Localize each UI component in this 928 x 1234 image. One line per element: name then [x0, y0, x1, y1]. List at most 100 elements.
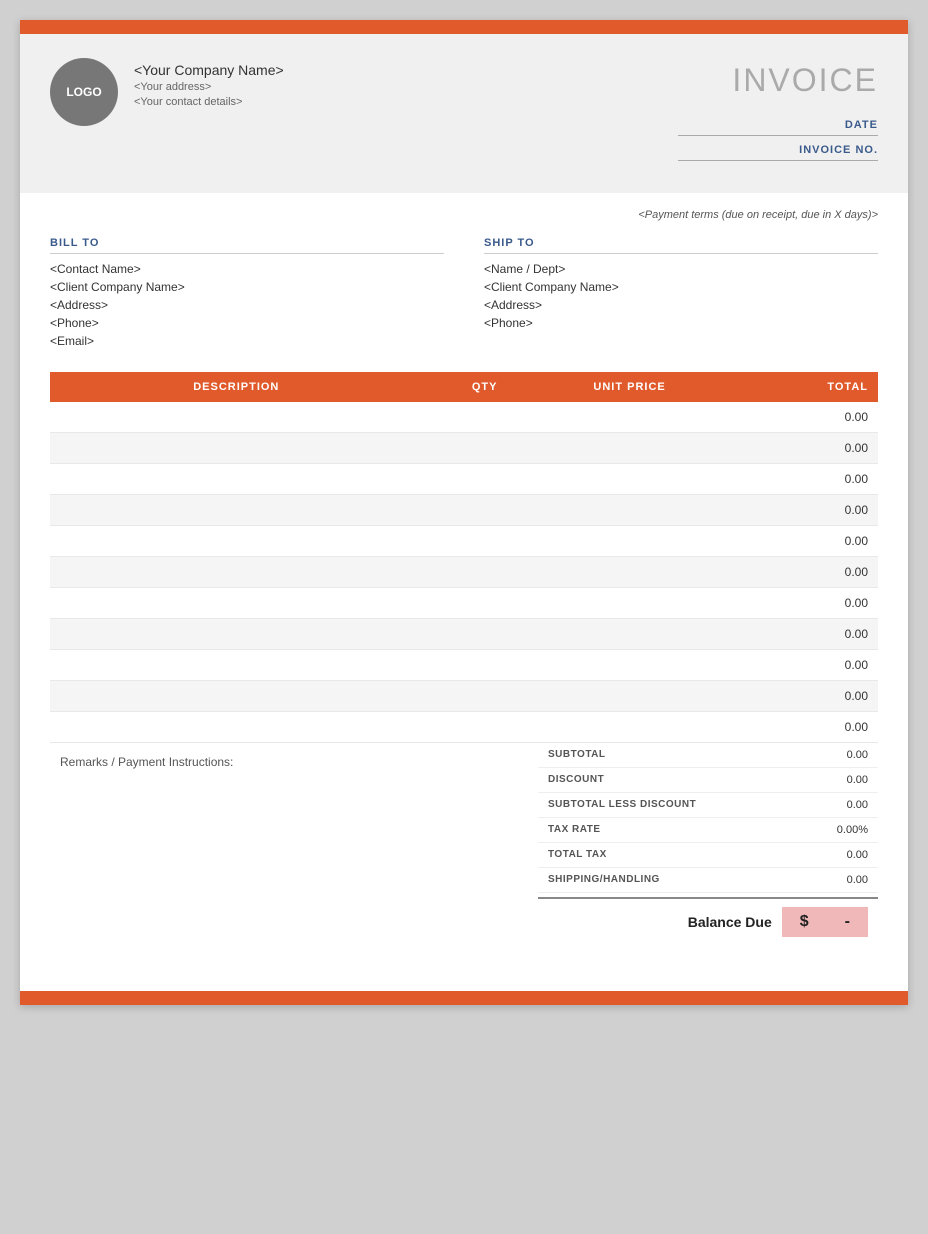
tax-rate-label: TAX RATE: [548, 824, 601, 836]
ship-to-label: SHIP TO: [484, 237, 878, 254]
subtotal-label: SUBTOTAL: [548, 749, 606, 761]
subtotal-less-discount-label: SUBTOTAL LESS DISCOUNT: [548, 799, 696, 811]
cell-qty: [423, 526, 547, 557]
address-section: BILL TO <Contact Name> <Client Company N…: [50, 237, 878, 352]
company-address: <Your address>: [134, 81, 284, 93]
shipping-handling-value: 0.00: [847, 874, 868, 886]
cell-qty: [423, 712, 547, 743]
cell-unitPrice: [547, 464, 713, 495]
cell-description: [50, 495, 423, 526]
cell-total: 0.00: [712, 433, 878, 464]
table-row: 0.00: [50, 495, 878, 526]
company-logo-area: LOGO <Your Company Name> <Your address> …: [50, 58, 284, 126]
invoice-title: INVOICE: [678, 62, 878, 99]
cell-total: 0.00: [712, 619, 878, 650]
cell-unitPrice: [547, 681, 713, 712]
ship-to-name-dept: <Name / Dept>: [484, 262, 878, 276]
invoice-page: LOGO <Your Company Name> <Your address> …: [20, 20, 908, 1005]
cell-description: [50, 650, 423, 681]
company-info: <Your Company Name> <Your address> <Your…: [134, 58, 284, 108]
totals-section: Remarks / Payment Instructions: SUBTOTAL…: [50, 743, 878, 945]
ship-to-block: SHIP TO <Name / Dept> <Client Company Na…: [484, 237, 878, 352]
cell-total: 0.00: [712, 650, 878, 681]
date-field: DATE: [678, 119, 878, 136]
bill-to-contact-name: <Contact Name>: [50, 262, 444, 276]
cell-qty: [423, 681, 547, 712]
cell-qty: [423, 619, 547, 650]
total-tax-label: TOTAL TAX: [548, 849, 607, 861]
total-tax-value: 0.00: [847, 849, 868, 861]
cell-qty: [423, 433, 547, 464]
cell-description: [50, 526, 423, 557]
balance-due-label: Balance Due: [688, 914, 772, 930]
body-section: <Payment terms (due on receipt, due in X…: [20, 193, 908, 961]
cell-description: [50, 619, 423, 650]
col-total: TOTAL: [712, 372, 878, 402]
invoice-table: DESCRIPTION QTY UNIT PRICE TOTAL 0.000.0…: [50, 372, 878, 743]
cell-qty: [423, 402, 547, 433]
col-description: DESCRIPTION: [50, 372, 423, 402]
table-row: 0.00: [50, 433, 878, 464]
table-row: 0.00: [50, 557, 878, 588]
cell-unitPrice: [547, 495, 713, 526]
table-row: 0.00: [50, 619, 878, 650]
bill-to-client-company: <Client Company Name>: [50, 280, 444, 294]
balance-due-row: Balance Due $ -: [538, 897, 878, 945]
cell-total: 0.00: [712, 464, 878, 495]
invoice-right-section: INVOICE DATE INVOICE NO.: [678, 58, 878, 169]
balance-due-currency: $: [782, 907, 827, 937]
table-row: 0.00: [50, 464, 878, 495]
table-row: 0.00: [50, 650, 878, 681]
cell-total: 0.00: [712, 681, 878, 712]
payment-terms: <Payment terms (due on receipt, due in X…: [50, 209, 878, 221]
invoice-no-line: [678, 160, 878, 161]
cell-total: 0.00: [712, 588, 878, 619]
invoice-no-label: INVOICE NO.: [678, 144, 878, 156]
logo-circle: LOGO: [50, 58, 118, 126]
cell-description: [50, 402, 423, 433]
top-accent-bar: [20, 20, 908, 34]
cell-unitPrice: [547, 588, 713, 619]
shipping-handling-label: SHIPPING/HANDLING: [548, 874, 660, 886]
company-name: <Your Company Name>: [134, 62, 284, 78]
table-row: 0.00: [50, 588, 878, 619]
subtotal-row: SUBTOTAL 0.00: [538, 743, 878, 768]
cell-unitPrice: [547, 619, 713, 650]
ship-to-phone: <Phone>: [484, 316, 878, 330]
cell-total: 0.00: [712, 495, 878, 526]
cell-description: [50, 681, 423, 712]
cell-description: [50, 464, 423, 495]
table-row: 0.00: [50, 712, 878, 743]
subtotal-less-discount-row: SUBTOTAL LESS DISCOUNT 0.00: [538, 793, 878, 818]
remarks-area: Remarks / Payment Instructions:: [50, 743, 538, 779]
date-label: DATE: [678, 119, 878, 131]
table-row: 0.00: [50, 681, 878, 712]
invoice-header: LOGO <Your Company Name> <Your address> …: [20, 34, 908, 193]
discount-row: DISCOUNT 0.00: [538, 768, 878, 793]
table-header-row: DESCRIPTION QTY UNIT PRICE TOTAL: [50, 372, 878, 402]
col-unit-price: UNIT PRICE: [547, 372, 713, 402]
cell-description: [50, 433, 423, 464]
totals-table: SUBTOTAL 0.00 DISCOUNT 0.00 SUBTOTAL LES…: [538, 743, 878, 945]
bill-to-address: <Address>: [50, 298, 444, 312]
balance-due-amount: -: [827, 907, 868, 937]
date-line: [678, 135, 878, 136]
ship-to-client-company: <Client Company Name>: [484, 280, 878, 294]
cell-unitPrice: [547, 650, 713, 681]
cell-qty: [423, 650, 547, 681]
subtotal-less-discount-value: 0.00: [847, 799, 868, 811]
cell-unitPrice: [547, 557, 713, 588]
cell-description: [50, 557, 423, 588]
bill-to-email: <Email>: [50, 334, 444, 348]
cell-qty: [423, 495, 547, 526]
cell-description: [50, 588, 423, 619]
company-contact: <Your contact details>: [134, 96, 284, 108]
cell-total: 0.00: [712, 402, 878, 433]
cell-total: 0.00: [712, 712, 878, 743]
subtotal-value: 0.00: [847, 749, 868, 761]
ship-to-address: <Address>: [484, 298, 878, 312]
bottom-accent-bar: [20, 991, 908, 1005]
discount-label: DISCOUNT: [548, 774, 604, 786]
cell-qty: [423, 464, 547, 495]
cell-unitPrice: [547, 433, 713, 464]
